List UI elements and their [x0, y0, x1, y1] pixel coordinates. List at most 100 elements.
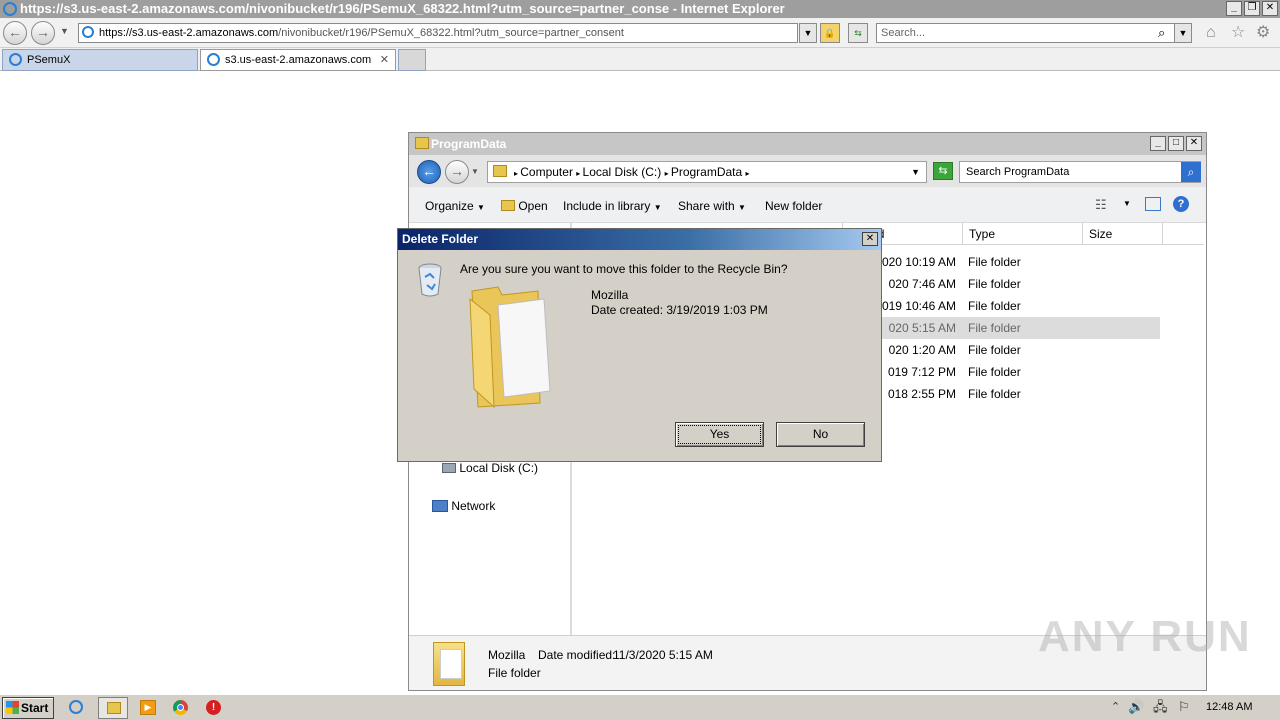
taskbar-media-player-button[interactable]: ▶ — [133, 697, 163, 719]
tab-psemux[interactable]: PSemuX — [2, 49, 198, 71]
explorer-title: ProgramData — [431, 137, 507, 151]
breadcrumb-computer[interactable]: Computer — [520, 165, 573, 179]
start-button[interactable]: Start — [2, 697, 54, 719]
breadcrumb[interactable]: ▸ Computer ▸ Local Disk (C:) ▸ ProgramDa… — [487, 161, 927, 183]
details-date-label: Date modified: — [538, 648, 616, 662]
details-date-value: 11/3/2020 5:15 AM — [613, 648, 713, 662]
address-path: /nivonibucket/r196/PSemuX_68322.html?utm… — [278, 27, 624, 39]
open-button[interactable]: Open — [501, 199, 548, 213]
dialog-close-button[interactable]: ✕ — [862, 232, 878, 246]
explorer-forward-button[interactable]: → — [445, 160, 469, 184]
column-extra[interactable] — [1162, 223, 1204, 245]
new-folder-button[interactable]: New folder — [765, 199, 822, 213]
tab-favicon-icon — [207, 53, 220, 66]
browser-nav-bar: ← → ▼ https://s3.us-east-2.amazonaws.com… — [0, 18, 1280, 48]
include-in-library-button[interactable]: Include in library ▼ — [563, 199, 662, 213]
browser-tab-bar: PSemuX s3.us-east-2.amazonaws.com ✕ — [0, 48, 1280, 71]
breadcrumb-programdata[interactable]: ProgramData — [671, 165, 742, 179]
favorites-star-icon[interactable]: ☆ — [1231, 25, 1245, 41]
share-with-button[interactable]: Share with ▼ — [678, 199, 746, 213]
network-icon — [432, 500, 448, 512]
organize-button[interactable]: Organize ▼ — [425, 199, 485, 213]
view-dropdown-icon[interactable]: ▼ — [1123, 199, 1131, 208]
view-options-icon[interactable]: ☷ — [1095, 197, 1107, 213]
dialog-item-name: Mozilla — [591, 288, 629, 302]
tab-s3-amazonaws[interactable]: s3.us-east-2.amazonaws.com ✕ — [200, 49, 396, 71]
breadcrumb-dropdown-icon[interactable]: ▼ — [911, 162, 920, 182]
explorer-title-bar: ProgramData _ □ ✕ — [409, 133, 1206, 155]
windows-logo-icon — [6, 701, 19, 714]
taskbar: Start ▶ ! ⌃ 🔊 🖧 ⚐ 12:48 AM — [0, 694, 1280, 720]
folder-icon — [493, 165, 507, 177]
delete-folder-dialog: Delete Folder ✕ Are you sure you want to… — [397, 228, 882, 462]
explorer-close-button[interactable]: ✕ — [1186, 136, 1202, 151]
column-size[interactable]: Size — [1082, 223, 1162, 245]
tray-expand-icon[interactable]: ⌃ — [1111, 700, 1120, 714]
recent-pages-dropdown-icon[interactable]: ▼ — [471, 167, 479, 176]
tab-label: s3.us-east-2.amazonaws.com — [225, 54, 372, 66]
refresh-icon[interactable]: ⇆ — [933, 162, 953, 180]
taskbar-ie-button[interactable] — [62, 697, 92, 719]
nav-item-label: Network — [451, 499, 496, 513]
dialog-title: Delete Folder — [402, 232, 479, 246]
gear-icon[interactable]: ⚙ — [1256, 25, 1270, 41]
search-icon[interactable]: ⌕ — [1181, 162, 1201, 182]
address-prefix: https://s3.us-east-2. — [99, 27, 196, 39]
explorer-maximize-button[interactable]: □ — [1168, 136, 1184, 151]
address-bar[interactable]: https://s3.us-east-2.amazonaws.com/nivon… — [78, 23, 798, 43]
details-type: File folder — [488, 666, 541, 680]
history-dropdown-icon[interactable]: ▼ — [60, 26, 69, 36]
folder-icon — [468, 285, 554, 409]
tab-favicon-icon — [9, 53, 22, 66]
ie-icon — [69, 700, 83, 714]
network-tray-icon[interactable]: 🖧 — [1153, 700, 1168, 714]
taskbar-security-button[interactable]: ! — [199, 697, 229, 719]
chrome-icon — [173, 700, 188, 715]
column-type[interactable]: Type — [962, 223, 1082, 245]
close-button[interactable]: ✕ — [1262, 1, 1278, 16]
address-dropdown-button[interactable]: ▼ — [799, 23, 817, 43]
taskbar-chrome-button[interactable] — [166, 697, 196, 719]
warning-icon: ! — [206, 700, 221, 715]
tab-close-icon[interactable]: ✕ — [380, 50, 389, 70]
explorer-search-input[interactable]: Search ProgramData — [959, 161, 1201, 183]
folder-icon — [107, 702, 121, 714]
volume-icon[interactable]: 🔊 — [1128, 700, 1144, 714]
address-host: amazonaws.com — [195, 27, 279, 39]
new-tab-button[interactable] — [398, 49, 426, 71]
taskbar-explorer-button[interactable] — [98, 697, 128, 719]
anyrun-watermark: ANY RUN — [1038, 612, 1252, 661]
dialog-question: Are you sure you want to move this folde… — [460, 262, 788, 276]
dialog-date-created: Date created: 3/19/2019 1:03 PM — [591, 303, 768, 317]
refresh-icon[interactable]: ⇆ — [848, 23, 868, 43]
nav-item-local-disk[interactable]: Local Disk (C:) — [442, 461, 538, 475]
maximize-button[interactable]: ❐ — [1244, 1, 1260, 16]
forward-button[interactable]: → — [31, 21, 55, 45]
clock[interactable]: 12:48 AM — [1206, 701, 1252, 713]
details-name: Mozilla — [488, 648, 526, 662]
explorer-back-button[interactable]: ← — [417, 160, 441, 184]
back-button[interactable]: ← — [3, 21, 27, 45]
folder-icon — [415, 137, 429, 149]
page-favicon-icon — [82, 26, 94, 38]
breadcrumb-local-disk[interactable]: Local Disk (C:) — [583, 165, 662, 179]
preview-pane-icon[interactable] — [1145, 197, 1161, 211]
search-dropdown-button[interactable]: ▼ — [1174, 23, 1192, 43]
lock-icon[interactable]: 🔒 — [820, 23, 840, 43]
home-icon[interactable]: ⌂ — [1206, 25, 1216, 41]
browser-title-bar: https://s3.us-east-2.amazonaws.com/nivon… — [0, 0, 1280, 18]
browser-search-input[interactable]: Search... — [876, 23, 1192, 43]
recycle-bin-icon — [418, 263, 442, 297]
no-button[interactable]: No — [776, 422, 865, 447]
media-player-icon: ▶ — [140, 700, 156, 715]
browser-window-title: https://s3.us-east-2.amazonaws.com/nivon… — [20, 1, 785, 16]
action-center-flag-icon[interactable]: ⚐ — [1178, 700, 1190, 714]
help-icon[interactable]: ? — [1173, 196, 1189, 212]
explorer-toolbar: Organize ▼ Open Include in library ▼ Sha… — [409, 187, 1206, 223]
nav-item-network[interactable]: Network — [432, 499, 495, 513]
explorer-minimize-button[interactable]: _ — [1150, 136, 1166, 151]
yes-button[interactable]: Yes — [675, 422, 764, 447]
explorer-nav-bar: ← → ▼ ▸ Computer ▸ Local Disk (C:) ▸ Pro… — [409, 155, 1206, 187]
search-icon[interactable]: ⌕ — [1158, 25, 1165, 41]
minimize-button[interactable]: _ — [1226, 1, 1242, 16]
